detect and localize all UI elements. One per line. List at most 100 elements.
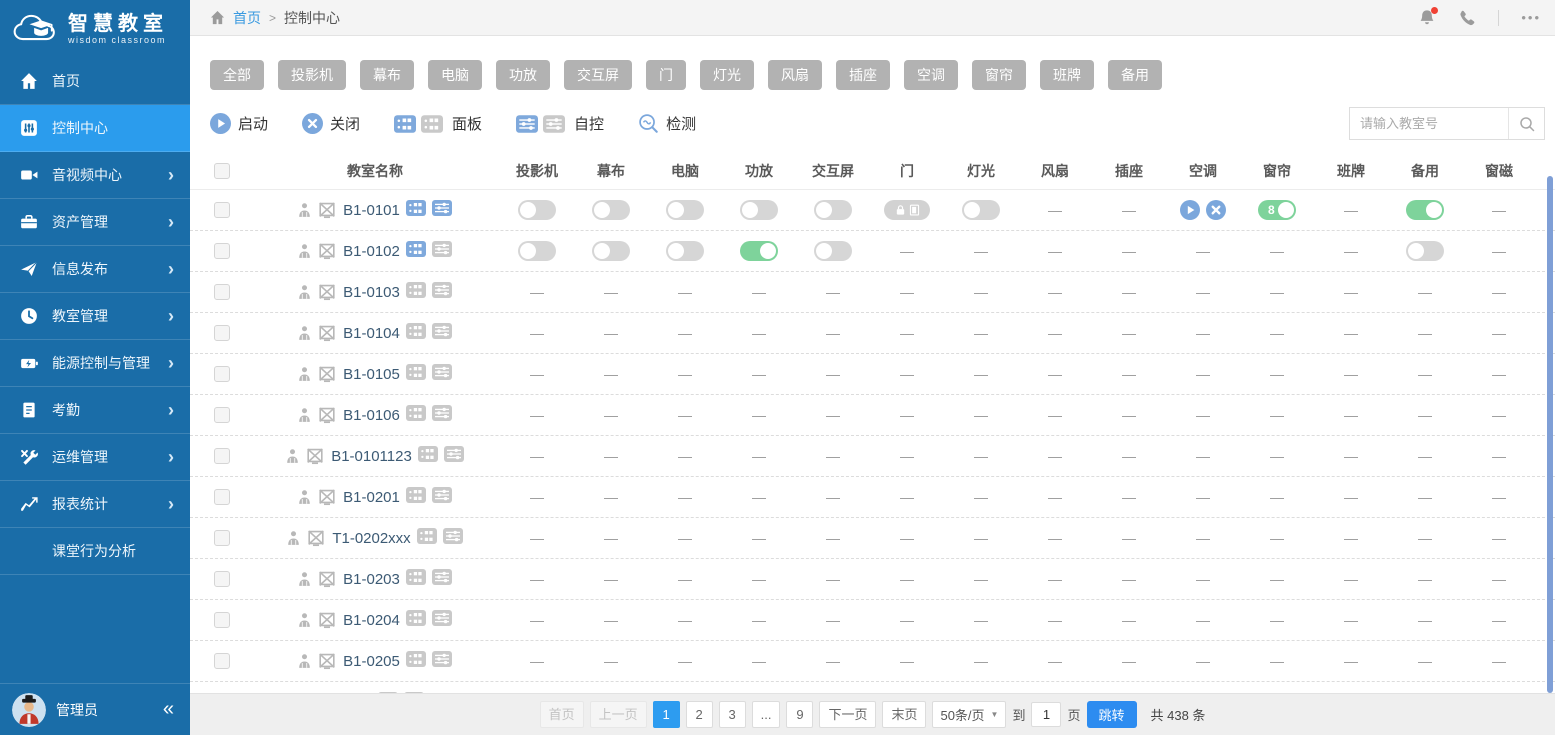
filter-button-11[interactable]: 窗帘 [972,60,1026,90]
room-name[interactable]: B1-0106 [343,407,400,424]
room-control-icon[interactable] [432,364,452,385]
pagination-page-3[interactable]: 3 [719,701,746,728]
start-button[interactable]: 启动 [210,113,268,134]
filter-button-1[interactable]: 投影机 [278,60,346,90]
light-toggle-off[interactable] [962,200,1000,220]
room-panel-icon[interactable] [406,282,426,303]
pagination-page-2[interactable]: 2 [686,701,713,728]
close-button[interactable]: 关闭 [302,113,360,134]
room-name[interactable]: B1-0101123 [331,448,412,465]
filter-button-10[interactable]: 空调 [904,60,958,90]
sidebar-item-9[interactable]: 报表统计› [0,481,190,528]
room-control-icon[interactable] [432,405,452,426]
room-control-icon[interactable] [432,200,452,221]
filter-button-13[interactable]: 备用 [1108,60,1162,90]
sidebar-item-2[interactable]: 音视频中心› [0,152,190,199]
room-control-icon[interactable] [432,282,452,303]
row-checkbox[interactable] [214,571,230,587]
room-name[interactable]: B1-0203 [343,571,400,588]
touchscreen-toggle-off[interactable] [814,241,852,261]
filter-button-6[interactable]: 门 [646,60,686,90]
sidebar-item-8[interactable]: 运维管理› [0,434,190,481]
avatar[interactable] [12,693,46,727]
row-checkbox[interactable] [214,612,230,628]
filter-button-8[interactable]: 风扇 [768,60,822,90]
sidebar-item-1[interactable]: 控制中心 [0,105,190,152]
room-control-icon[interactable] [432,487,452,508]
room-panel-icon[interactable] [406,487,426,508]
room-name[interactable]: B1-0103 [343,284,400,301]
notification-bell-icon[interactable] [1418,9,1436,27]
pagination-prev[interactable]: 上一页 [590,701,647,728]
room-control-icon[interactable] [432,241,452,262]
filter-button-2[interactable]: 幕布 [360,60,414,90]
row-checkbox[interactable] [214,325,230,341]
aircon-stop-icon[interactable] [1206,200,1226,220]
room-panel-icon[interactable] [406,323,426,344]
door-lock-control[interactable] [884,200,930,220]
sidebar-item-4[interactable]: 信息发布› [0,246,190,293]
room-panel-icon[interactable] [406,364,426,385]
row-checkbox[interactable] [214,202,230,218]
filter-button-12[interactable]: 班牌 [1040,60,1094,90]
pagination-next[interactable]: 下一页 [819,701,876,728]
room-name[interactable]: B1-0105 [343,366,400,383]
filter-button-5[interactable]: 交互屏 [564,60,632,90]
more-menu-icon[interactable]: ••• [1521,10,1541,25]
row-checkbox[interactable] [214,448,230,464]
curtain-toggle-on[interactable]: 8 [1258,200,1296,220]
room-panel-icon[interactable] [406,569,426,590]
goto-page-input[interactable] [1031,702,1061,727]
room-name[interactable]: T1-0202xxx [332,530,410,547]
room-name[interactable]: B1-0201 [343,489,400,506]
search-icon[interactable] [1508,108,1544,139]
detect-button[interactable]: 检测 [638,113,696,134]
phone-icon[interactable] [1458,9,1476,27]
room-panel-icon[interactable] [406,241,426,262]
row-checkbox[interactable] [214,407,230,423]
aircon-start-icon[interactable] [1180,200,1200,220]
room-name[interactable]: B1-0204 [343,612,400,629]
row-checkbox[interactable] [214,243,230,259]
room-search-input[interactable] [1350,116,1508,131]
room-control-icon[interactable] [444,446,464,467]
pc-toggle-off[interactable] [666,200,704,220]
projector-toggle-off[interactable] [518,241,556,261]
sidebar-item-6[interactable]: 能源控制与管理› [0,340,190,387]
filter-button-3[interactable]: 电脑 [428,60,482,90]
room-name[interactable]: B1-0205 [343,653,400,670]
select-all-checkbox[interactable] [214,163,230,179]
room-control-icon[interactable] [432,569,452,590]
screen-toggle-off[interactable] [592,200,630,220]
sidebar-item-10[interactable]: 课堂行为分析 [0,528,190,575]
room-panel-icon[interactable] [418,446,438,467]
row-checkbox[interactable] [214,653,230,669]
autocontrol-on-icon[interactable] [516,115,538,133]
projector-toggle-off[interactable] [518,200,556,220]
pagination-ellipsis[interactable]: ... [752,701,781,728]
autocontrol-off-icon[interactable] [543,115,565,133]
filter-button-0[interactable]: 全部 [210,60,264,90]
pagination-page-9[interactable]: 9 [786,701,813,728]
room-panel-icon[interactable] [406,200,426,221]
sidebar-item-0[interactable]: 首页 [0,58,190,105]
panel-on-icon[interactable] [394,115,416,133]
panel-off-icon[interactable] [421,115,443,133]
row-checkbox[interactable] [214,284,230,300]
screen-toggle-off[interactable] [592,241,630,261]
sidebar-item-7[interactable]: 考勤› [0,387,190,434]
room-name[interactable]: B1-0101 [343,202,400,219]
room-panel-icon[interactable] [406,405,426,426]
room-panel-icon[interactable] [406,610,426,631]
pagination-last[interactable]: 末页 [882,701,926,728]
room-control-icon[interactable] [432,610,452,631]
amplifier-toggle-on[interactable] [740,241,778,261]
row-checkbox[interactable] [214,530,230,546]
room-control-icon[interactable] [432,323,452,344]
touchscreen-toggle-off[interactable] [814,200,852,220]
pc-toggle-off[interactable] [666,241,704,261]
backup-toggle-on[interactable] [1406,200,1444,220]
breadcrumb-home-link[interactable]: 首页 [233,8,261,28]
pagination-page-1[interactable]: 1 [653,701,680,728]
room-name[interactable]: B1-0102 [343,243,400,260]
